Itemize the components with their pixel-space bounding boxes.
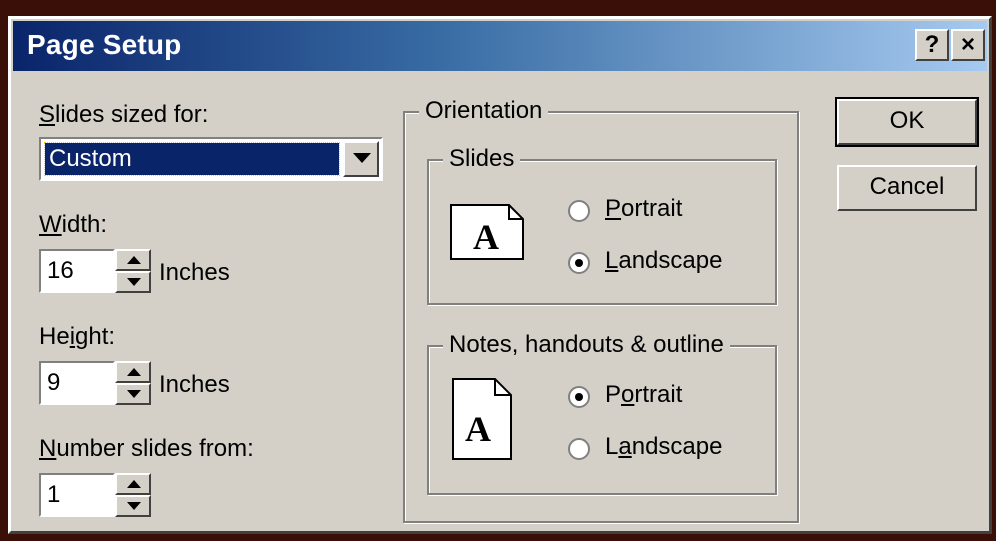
slides-sized-for-label: Slides sized for: <box>39 101 209 128</box>
notes-landscape-label[interactable]: Landscape <box>605 433 722 461</box>
ok-button[interactable]: OK <box>835 97 979 147</box>
arrow-down-icon <box>127 502 141 510</box>
number-slides-from-spinner[interactable]: 1 <box>39 473 155 517</box>
number-slides-from-label: Number slides from: <box>39 435 254 462</box>
portrait-page-icon: A <box>452 378 512 460</box>
number-increment-button[interactable] <box>115 473 151 495</box>
notes-portrait-label[interactable]: Portrait <box>605 381 682 409</box>
orientation-legend: Orientation <box>419 97 549 125</box>
width-input[interactable]: 16 <box>39 249 115 293</box>
close-button[interactable]: × <box>951 29 985 61</box>
number-slides-from-input[interactable]: 1 <box>39 473 115 517</box>
landscape-page-icon: A <box>450 204 524 260</box>
dialog-title: Page Setup <box>27 29 182 60</box>
slides-landscape-radio[interactable] <box>567 251 591 275</box>
arrow-down-icon <box>127 278 141 286</box>
title-bar[interactable]: Page Setup ? × <box>13 21 987 71</box>
height-input[interactable]: 9 <box>39 361 115 405</box>
height-label: Height: <box>39 323 116 350</box>
arrow-down-icon <box>127 390 141 398</box>
chevron-down-icon <box>353 153 371 163</box>
height-increment-button[interactable] <box>115 361 151 383</box>
arrow-up-icon <box>127 480 141 488</box>
width-label: Width: <box>39 211 108 238</box>
arrow-up-icon <box>127 256 141 264</box>
width-increment-button[interactable] <box>115 249 151 271</box>
notes-orientation-group: Notes, handouts & outline A Portrait Lan… <box>427 331 777 495</box>
slides-sized-for-select[interactable]: Custom <box>39 137 383 181</box>
height-unit-label: Inches <box>159 371 230 398</box>
slides-portrait-radio[interactable] <box>567 199 591 223</box>
dropdown-arrow-button[interactable] <box>343 141 379 177</box>
width-decrement-button[interactable] <box>115 271 151 293</box>
help-button[interactable]: ? <box>915 29 949 61</box>
notes-legend: Notes, handouts & outline <box>443 331 730 359</box>
slides-orientation-group: Slides A Portrait Landscape <box>427 145 777 305</box>
notes-landscape-radio[interactable] <box>567 437 591 461</box>
slides-legend: Slides <box>443 145 521 173</box>
width-unit-label: Inches <box>159 259 230 286</box>
arrow-up-icon <box>127 368 141 376</box>
portrait-icon-letter: A <box>465 409 491 449</box>
width-spinner[interactable]: 16 <box>39 249 155 293</box>
height-decrement-button[interactable] <box>115 383 151 405</box>
slides-landscape-label[interactable]: Landscape <box>605 247 722 275</box>
height-spinner[interactable]: 9 <box>39 361 155 405</box>
number-decrement-button[interactable] <box>115 495 151 517</box>
slides-sized-for-value: Custom <box>44 142 340 176</box>
landscape-icon-letter: A <box>473 217 499 257</box>
slides-portrait-label[interactable]: Portrait <box>605 195 682 223</box>
orientation-group: Orientation Slides A Portrait Landscape … <box>403 97 799 523</box>
notes-portrait-radio[interactable] <box>567 385 591 409</box>
page-setup-dialog: Page Setup ? × Slides sized for: Custom … <box>8 16 992 534</box>
cancel-button[interactable]: Cancel <box>837 165 977 211</box>
